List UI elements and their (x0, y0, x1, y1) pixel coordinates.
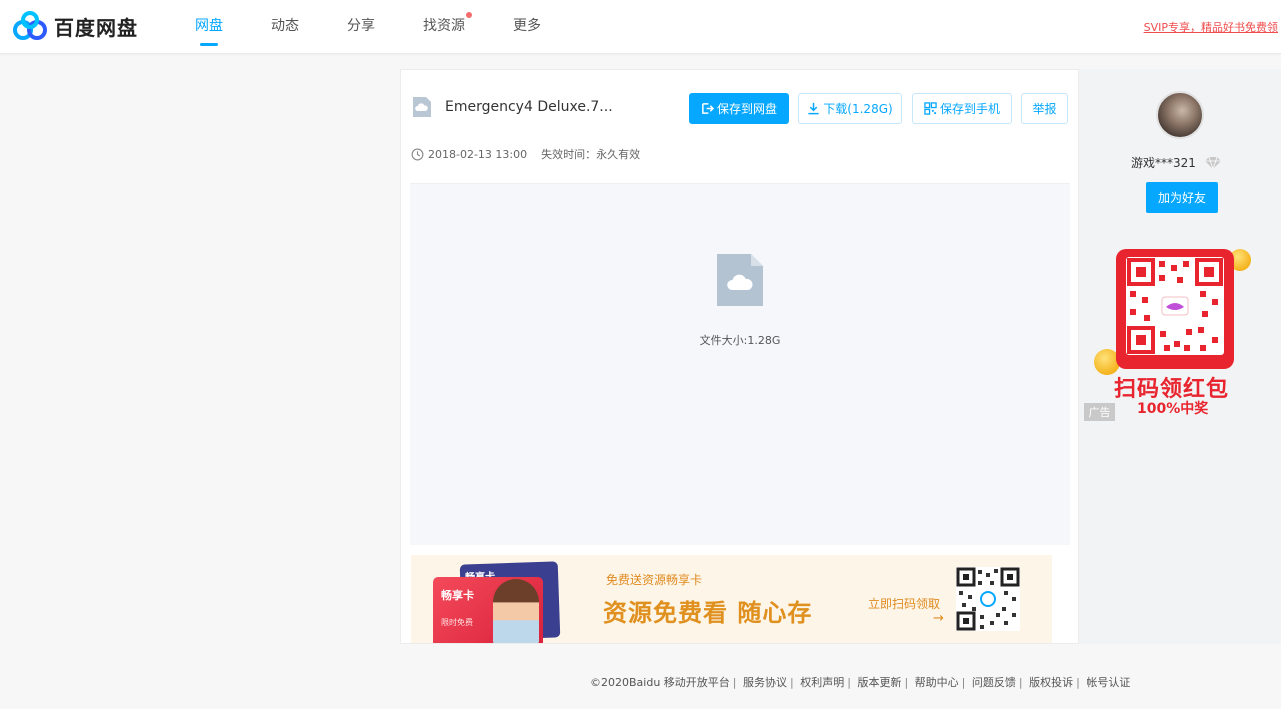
footer-link-help[interactable]: 帮助中心 (915, 676, 959, 689)
baidu-netdisk-logo[interactable]: 百度网盘 (12, 10, 138, 42)
nav-item-label: 更多 (513, 18, 541, 34)
report-button[interactable]: 举报 (1021, 93, 1068, 124)
top-header: 百度网盘 网盘 动态 分享 找资源 更多 SVIP专享，精品好书免费领 (0, 0, 1281, 54)
banner-cta: 立即扫码领取 (868, 597, 941, 611)
active-underline (200, 43, 218, 46)
logo-text: 百度网盘 (54, 15, 138, 40)
download-icon (808, 102, 819, 115)
file-preview-area: 文件大小:1.28G (410, 183, 1070, 545)
clock-icon (411, 148, 424, 160)
ad-qrcode-image (1126, 257, 1224, 355)
cloud-file-large-icon (717, 254, 763, 306)
share-file-panel: Emergency4 Deluxe.7... 保存到网盘 下载(1.28G) 保… (400, 69, 1079, 644)
nav-item-label: 动态 (271, 18, 299, 34)
nav-item-more[interactable]: 更多 (513, 0, 541, 54)
model-photo (493, 579, 539, 643)
footer-link-service-agreement[interactable]: 服务协议 (743, 676, 787, 689)
cloud-file-icon (413, 97, 431, 117)
card-sub: 限时免费 (441, 618, 473, 627)
save-label: 保存到网盘 (716, 102, 777, 116)
file-size-text: 文件大小:1.28G (699, 334, 781, 347)
banner-subtitle: 免费送资源畅享卡 (606, 573, 703, 587)
file-name: Emergency4 Deluxe.7... (445, 99, 613, 115)
report-label: 举报 (1032, 102, 1057, 116)
banner-qrcode-image (956, 567, 1020, 631)
banner-headline: 资源免费看 随心存 (603, 599, 813, 627)
footer-link-rights[interactable]: 权利声明 (800, 676, 844, 689)
expiry-text: 失效时间：永久有效 (541, 148, 641, 161)
nav-item-label: 分享 (347, 18, 375, 34)
resource-card-ad-banner[interactable]: 畅享卡 畅享卡 限时免费 免费送资源畅享卡 资源免费看 随心存 立即扫码领取 → (411, 555, 1052, 643)
nav-item-share[interactable]: 分享 (347, 0, 375, 54)
username-text: 游戏***321 (1131, 156, 1196, 170)
save-to-phone-label: 保存到手机 (939, 102, 1000, 116)
sharer-name: 游戏***321 (1131, 154, 1222, 171)
cloud-logo-icon (13, 11, 47, 40)
main-nav: 网盘 动态 分享 找资源 更多 (195, 0, 589, 54)
svip-promo-link[interactable]: SVIP专享，精品好书免费领 (1144, 19, 1278, 35)
footer-link-account-verify[interactable]: 帐号认证 (1086, 676, 1130, 689)
save-to-phone-button[interactable]: 保存到手机 (912, 93, 1012, 124)
share-date: 2018-02-13 13:00 (428, 147, 528, 161)
nav-item-netdisk[interactable]: 网盘 (195, 0, 223, 54)
copyright: ©2020Baidu (590, 676, 661, 689)
arrow-right-icon: → (933, 611, 944, 626)
ad-subtitle: 100%中奖 (1137, 401, 1209, 417)
nav-item-label: 网盘 (195, 18, 223, 34)
vip-diamond-icon (1204, 156, 1221, 170)
file-meta: 2018-02-13 13:00 失效时间：永久有效 (411, 146, 640, 162)
save-icon (702, 103, 714, 114)
nav-item-label: 找资源 (423, 18, 465, 34)
qrcode-icon (924, 102, 937, 115)
page-footer: ©2020Baidu 移动开放平台 | 服务协议 | 权利声明 | 版本更新 | 帮助中… (590, 676, 1131, 689)
nav-item-find-resources[interactable]: 找资源 (423, 0, 472, 54)
sharer-sidebar: 游戏***321 加为好友 扫码领红包 100%中奖 广告 (1079, 69, 1281, 644)
avatar[interactable] (1156, 91, 1204, 139)
download-button[interactable]: 下载(1.28G) (798, 93, 902, 124)
save-to-netdisk-button[interactable]: 保存到网盘 (689, 93, 789, 124)
card-title: 畅享卡 (441, 589, 474, 602)
footer-link-feedback[interactable]: 问题反馈 (972, 676, 1016, 689)
ad-tag: 广告 (1084, 403, 1115, 421)
add-friend-button[interactable]: 加为好友 (1146, 182, 1218, 213)
download-label: 下载(1.28G) (823, 102, 893, 116)
footer-link-copyright-complaint[interactable]: 版权投诉 (1029, 676, 1073, 689)
nav-item-activity[interactable]: 动态 (271, 0, 299, 54)
footer-link-open-platform[interactable]: 移动开放平台 (664, 676, 730, 689)
file-header: Emergency4 Deluxe.7... (411, 96, 613, 118)
footer-link-version[interactable]: 版本更新 (857, 676, 901, 689)
notification-dot (466, 12, 472, 18)
red-packet-ad[interactable]: 扫码领红包 100%中奖 广告 (1084, 245, 1276, 425)
